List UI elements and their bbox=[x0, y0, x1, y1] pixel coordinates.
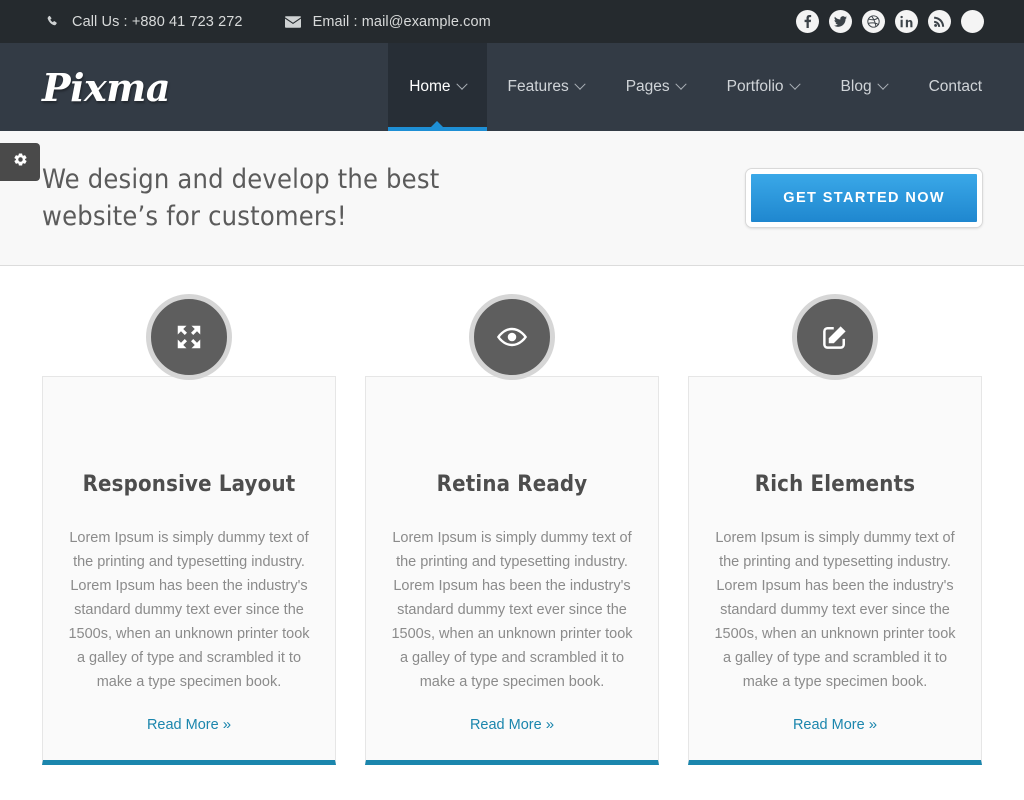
chevron-down-icon bbox=[675, 78, 687, 90]
feature-title: Retina Ready bbox=[436, 472, 588, 497]
gear-icon bbox=[12, 151, 29, 173]
nav-item-features[interactable]: Features bbox=[487, 43, 605, 131]
nav-item-home[interactable]: Home bbox=[388, 43, 487, 131]
hero-title: We design and develop the best website’s… bbox=[42, 164, 440, 232]
nav-item-contact[interactable]: Contact bbox=[908, 43, 1024, 131]
features-section: Responsive Layout Lorem Ipsum is simply … bbox=[0, 266, 1024, 765]
phone-label: Call Us : +880 41 723 272 bbox=[72, 13, 243, 30]
read-more-label: Read More bbox=[146, 717, 219, 733]
feature-card-responsive-layout: Responsive Layout Lorem Ipsum is simply … bbox=[42, 294, 336, 765]
feature-text: Lorem Ipsum is simply dummy text of the … bbox=[391, 530, 633, 690]
chevron-down-icon bbox=[788, 78, 801, 90]
read-more-label: Read More bbox=[469, 717, 542, 733]
linkedin-icon[interactable] bbox=[895, 10, 918, 33]
eye-icon bbox=[469, 294, 555, 380]
nav-item-pages[interactable]: Pages bbox=[605, 43, 706, 131]
facebook-icon[interactable] bbox=[796, 10, 819, 33]
dribbble-icon[interactable] bbox=[862, 10, 885, 33]
settings-toggle-button[interactable] bbox=[0, 143, 40, 181]
chevron-down-icon bbox=[455, 78, 468, 90]
chevron-down-icon bbox=[574, 78, 586, 90]
arrows-expand-icon bbox=[146, 294, 232, 380]
nav-label-portfolio: Portfolio bbox=[726, 78, 784, 95]
feature-card-retina-ready: Retina Ready Lorem Ipsum is simply dummy… bbox=[365, 294, 659, 765]
top-bar: Call Us : +880 41 723 272 Email : mail@e… bbox=[0, 0, 1024, 43]
phone-icon bbox=[42, 14, 62, 30]
nav-label-pages: Pages bbox=[625, 78, 670, 95]
envelope-icon bbox=[283, 14, 303, 30]
hero-banner: We design and develop the best website’s… bbox=[0, 131, 1024, 266]
pencil-square-icon bbox=[792, 294, 878, 380]
read-more-link[interactable]: Read More» bbox=[147, 716, 231, 733]
blank-social-icon[interactable] bbox=[961, 10, 984, 33]
rss-icon[interactable] bbox=[928, 10, 951, 33]
phone-contact[interactable]: Call Us : +880 41 723 272 bbox=[42, 14, 243, 30]
feature-title: Rich Elements bbox=[754, 472, 916, 497]
feature-title: Responsive Layout bbox=[82, 472, 296, 497]
feature-text: Lorem Ipsum is simply dummy text of the … bbox=[68, 530, 310, 690]
nav-label-blog: Blog bbox=[840, 78, 872, 95]
nav-label-home: Home bbox=[409, 78, 451, 95]
active-notch-icon bbox=[430, 121, 445, 128]
feature-card-rich-elements: Rich Elements Lorem Ipsum is simply dumm… bbox=[688, 294, 982, 765]
nav-label-features: Features bbox=[507, 78, 569, 95]
email-label: Email : mail@example.com bbox=[312, 13, 491, 30]
double-chevron-right-icon: » bbox=[868, 716, 878, 733]
main-navigation: Home Features Pages Portfolio Blog Conta… bbox=[388, 43, 1024, 131]
main-header: Pixma Home Features Pages Portfolio Blog… bbox=[0, 43, 1024, 131]
chevron-down-icon bbox=[876, 78, 889, 90]
double-chevron-right-icon: » bbox=[545, 716, 555, 733]
site-logo[interactable]: Pixma bbox=[0, 43, 171, 131]
nav-item-blog[interactable]: Blog bbox=[820, 43, 908, 131]
read-more-link[interactable]: Read More» bbox=[470, 716, 554, 733]
feature-text: Lorem Ipsum is simply dummy text of the … bbox=[714, 530, 956, 690]
get-started-button[interactable]: GET STARTED NOW bbox=[746, 169, 982, 227]
double-chevron-right-icon: » bbox=[222, 716, 232, 733]
nav-label-contact: Contact bbox=[928, 78, 982, 95]
email-contact[interactable]: Email : mail@example.com bbox=[283, 14, 491, 30]
social-links bbox=[796, 10, 984, 33]
twitter-icon[interactable] bbox=[829, 10, 852, 33]
read-more-link[interactable]: Read More» bbox=[793, 716, 877, 733]
nav-item-portfolio[interactable]: Portfolio bbox=[706, 43, 820, 131]
read-more-label: Read More bbox=[792, 717, 865, 733]
